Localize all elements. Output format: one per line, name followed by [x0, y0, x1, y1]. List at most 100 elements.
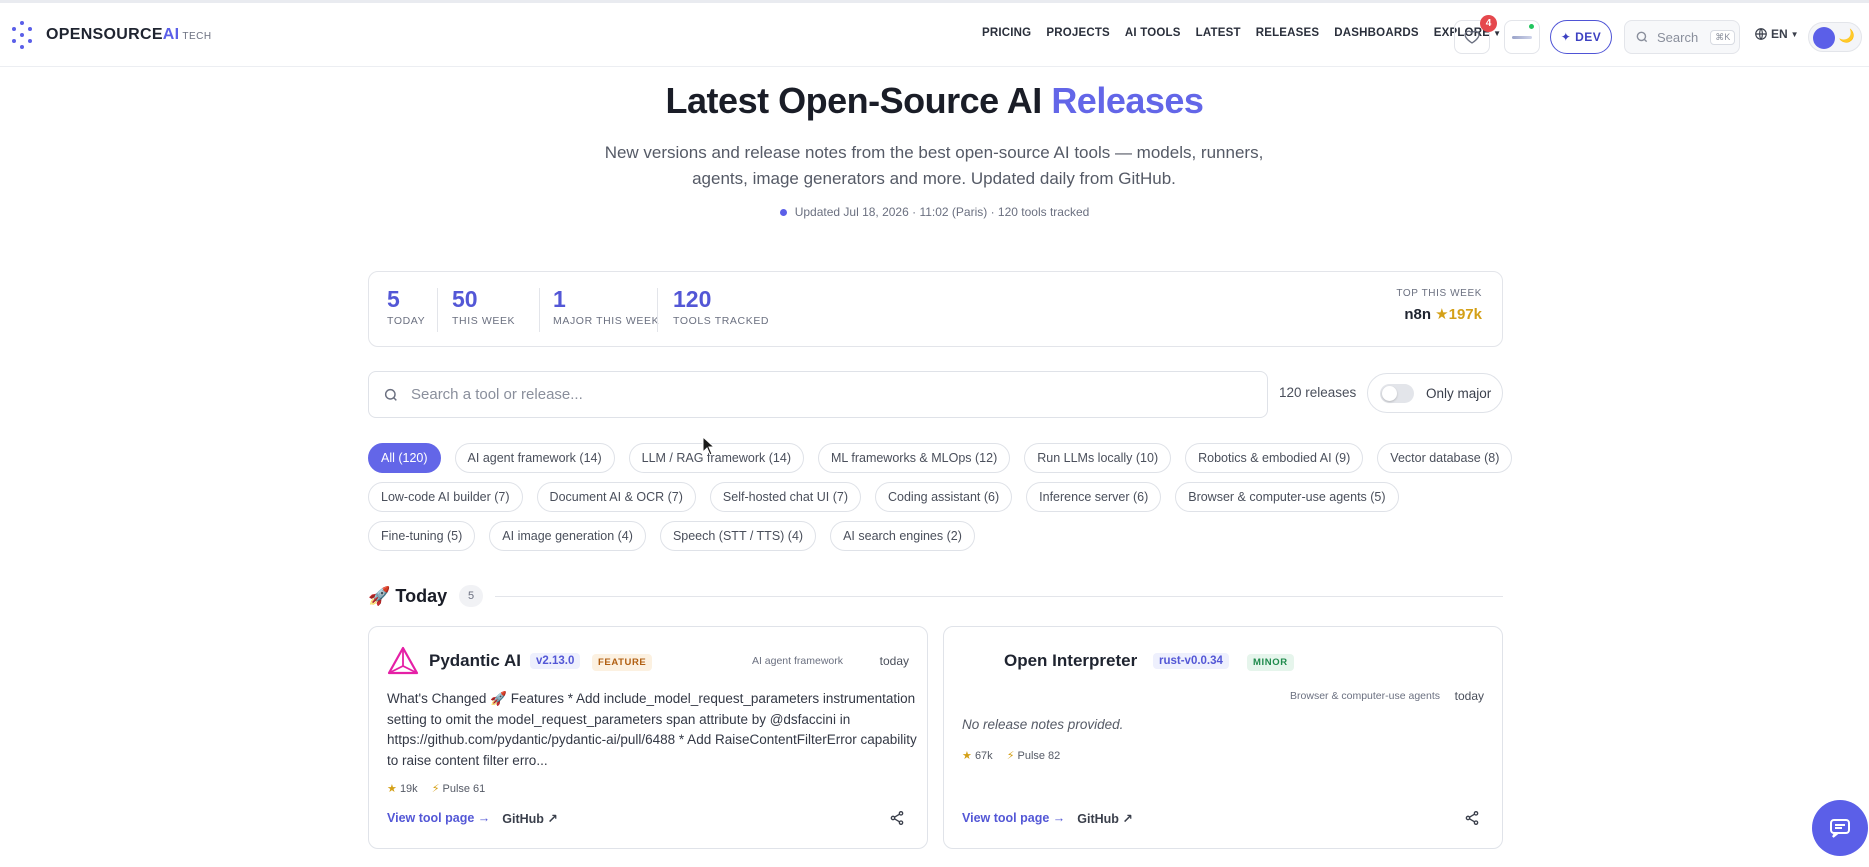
brand-name: OPENSOURCEAI TECH [46, 26, 212, 43]
only-major-toggle[interactable]: Only major [1367, 373, 1503, 413]
release-card[interactable]: Open Interpreter rust-v0.0.34 MINOR Brow… [943, 626, 1503, 849]
nav-link-projects[interactable]: PROJECTS [1046, 27, 1110, 39]
stat-tools-tracked: 120 TOOLS TRACKED [673, 286, 769, 327]
favorites-button[interactable]: 4 [1454, 15, 1497, 54]
view-tool-page-link[interactable]: View tool page → [962, 811, 1065, 826]
share-icon[interactable] [1464, 810, 1480, 826]
search-button-label: Search [1657, 29, 1699, 45]
pulse-score: ⚡ Pulse 82 [1006, 750, 1061, 762]
moon-icon: 🌙 [1838, 28, 1855, 43]
language-selector[interactable]: EN ▼ [1754, 27, 1799, 41]
filter-chip[interactable]: AI search engines (2) [830, 521, 975, 551]
tool-name[interactable]: Pydantic AI [429, 651, 521, 671]
filter-chip[interactable]: Coding assistant (6) [874, 482, 1013, 512]
nav-link-pricing[interactable]: PRICING [982, 27, 1031, 39]
filter-chip[interactable]: AI agent framework (14) [454, 443, 615, 473]
category-filters: All (120) AI agent framework (14) LLM / … [368, 443, 1513, 560]
filter-chip[interactable]: AI image generation (4) [489, 521, 646, 551]
page-title: Latest Open-Source AI Releases [665, 80, 1204, 121]
stat-today: 5 TODAY [387, 286, 425, 327]
chevron-down-icon: ▼ [1790, 29, 1799, 39]
chevron-down-icon: ▼ [1493, 29, 1502, 38]
search-button[interactable]: Search ⌘K [1624, 20, 1740, 54]
brand-logo-link[interactable]: OPENSOURCEAI TECH [12, 21, 212, 49]
favorites-count-badge: 4 [1480, 15, 1497, 32]
release-time: today [1454, 689, 1484, 703]
stat-value: 5 [387, 286, 400, 312]
last-updated-text: Updated Jul 18, 2026 · 11:02 (Paris) · 1… [794, 205, 1090, 219]
top-tool-stars: ★197k [1435, 306, 1482, 323]
github-link[interactable]: GitHub ↗ [502, 811, 558, 826]
navbar: OPENSOURCEAI TECH PRICING PROJECTS AI TOO… [0, 3, 1869, 67]
top-this-week[interactable]: TOP THIS WEEK n8n ★197k [1396, 288, 1482, 323]
filter-chip[interactable]: Low-code AI builder (7) [368, 482, 523, 512]
search-icon [384, 388, 397, 401]
stat-divider [657, 288, 658, 332]
nav-link-ai-tools[interactable]: AI TOOLS [1125, 27, 1181, 39]
filter-chip[interactable]: Vector database (8) [1377, 443, 1513, 473]
chip-row: Low-code AI builder (7) Document AI & OC… [368, 482, 1508, 512]
page-subtitle: New versions and release notes from the … [604, 143, 1264, 188]
pydantic-logo-icon [387, 646, 419, 675]
release-search-input[interactable]: Search a tool or release... [368, 371, 1268, 418]
stat-major-this-week: 1 MAJOR THIS WEEK [553, 286, 659, 327]
tool-metrics: ★ 67k ⚡ Pulse 82 [962, 749, 1060, 762]
brand-logo-icon [12, 21, 32, 49]
view-tool-page-link[interactable]: View tool page → [387, 811, 490, 826]
star-icon: ★ [387, 783, 397, 795]
chat-button[interactable] [1812, 800, 1868, 856]
language-label: EN [1771, 27, 1788, 41]
share-icon[interactable] [889, 810, 905, 826]
online-status-dot [1528, 23, 1535, 30]
filter-chip[interactable]: Self-hosted chat UI (7) [709, 482, 861, 512]
release-notes: What's Changed 🚀 Features * Add include_… [387, 691, 917, 768]
globe-icon [1755, 28, 1767, 40]
github-link[interactable]: GitHub ↗ [1077, 811, 1133, 826]
bolt-icon: ⚡ [431, 783, 440, 795]
stat-value: 120 [673, 286, 712, 312]
releases-count: 120 releases [1279, 385, 1357, 400]
status-dot [779, 209, 787, 217]
filter-chip[interactable]: Fine-tuning (5) [368, 521, 476, 551]
filter-chip[interactable]: Run LLMs locally (10) [1024, 443, 1172, 473]
tool-name[interactable]: Open Interpreter [1004, 651, 1137, 671]
nav-link-latest[interactable]: LATEST [1196, 27, 1241, 39]
card-links: View tool page → GitHub ↗ [387, 811, 558, 826]
filter-chip[interactable]: Speech (STT / TTS) (4) [659, 521, 817, 551]
stat-divider [539, 288, 540, 332]
filter-chip[interactable]: Inference server (6) [1026, 482, 1162, 512]
theme-toggle-knob [1813, 27, 1835, 49]
stat-value: 50 [452, 286, 478, 312]
dev-button[interactable]: ✦ DEV [1550, 20, 1612, 54]
mouse-cursor-icon [702, 436, 716, 456]
user-avatar-button[interactable] [1504, 20, 1540, 54]
release-time: today [879, 654, 909, 668]
filter-chip-all[interactable]: All (120) [368, 443, 441, 473]
only-major-label: Only major [1426, 385, 1492, 401]
toggle-switch [1380, 383, 1414, 403]
filter-chip[interactable]: Browser & computer-use agents (5) [1175, 482, 1399, 512]
filter-chip[interactable]: ML frameworks & MLOps (12) [817, 443, 1011, 473]
section-header-today: 🚀 Today 5 [368, 584, 1503, 608]
stats-panel: 5 TODAY 50 THIS WEEK 1 MAJOR THIS WEEK 1… [368, 271, 1503, 347]
stars-count: ★ 19k [387, 783, 418, 795]
theme-toggle[interactable]: 🌙 [1808, 22, 1862, 52]
last-updated-info: Updated Jul 18, 2026 · 11:02 (Paris) · 1… [0, 205, 1869, 219]
stat-value: 1 [553, 286, 566, 312]
release-type-badge: MINOR [1247, 654, 1294, 671]
filter-chip[interactable]: Document AI & OCR (7) [536, 482, 696, 512]
category-label: AI agent framework [751, 655, 843, 667]
nav-link-dashboards[interactable]: DASHBOARDS [1334, 27, 1418, 39]
stat-label: MAJOR THIS WEEK [553, 315, 660, 327]
stat-this-week: 50 THIS WEEK [452, 286, 515, 327]
filter-chip[interactable]: Robotics & embodied AI (9) [1185, 443, 1364, 473]
release-notes: No release notes provided. [962, 717, 1124, 732]
nav-link-releases[interactable]: RELEASES [1256, 27, 1320, 39]
filter-chip[interactable]: LLM / RAG framework (14) [628, 443, 804, 473]
heart-icon [1464, 30, 1480, 44]
search-icon [1636, 31, 1648, 43]
top-this-week-label: TOP THIS WEEK [1396, 288, 1482, 299]
release-card[interactable]: Pydantic AI v2.13.0 FEATURE AI agent fra… [368, 626, 928, 849]
top-this-week-value: n8n ★197k [1396, 305, 1482, 323]
top-tool-name: n8n [1404, 306, 1431, 323]
